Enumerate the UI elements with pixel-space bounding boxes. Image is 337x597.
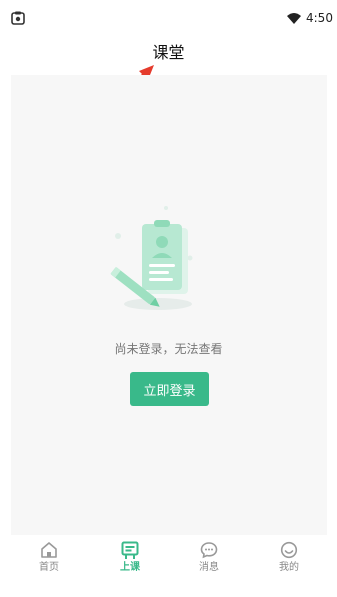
app-notification-icon [11,11,25,25]
class-board-icon [121,541,139,559]
empty-state-illustration [110,206,193,310]
status-time: 4:50 [306,11,333,25]
nav-label-home: 首页 [39,562,59,573]
chat-bubble-icon [200,542,218,559]
login-button[interactable]: 立即登录 [130,372,209,406]
nav-item-profile[interactable]: 我的 [259,536,319,580]
nav-item-home[interactable]: 首页 [19,536,79,580]
nav-label-messages: 消息 [199,562,219,573]
nav-item-class[interactable]: 上课 [100,536,160,580]
profile-icon [280,541,298,559]
empty-state-message: 尚未登录，无法查看 [114,342,223,356]
nav-label-profile: 我的 [279,562,299,573]
wifi-icon [287,13,301,24]
page-title: 课堂 [152,43,185,62]
home-icon [41,542,57,558]
status-bar: 4:50 [0,0,337,36]
bottom-nav: 首页 上课 消息 我的 [0,536,337,597]
nav-item-messages[interactable]: 消息 [179,536,239,580]
nav-label-class: 上课 [120,562,140,573]
